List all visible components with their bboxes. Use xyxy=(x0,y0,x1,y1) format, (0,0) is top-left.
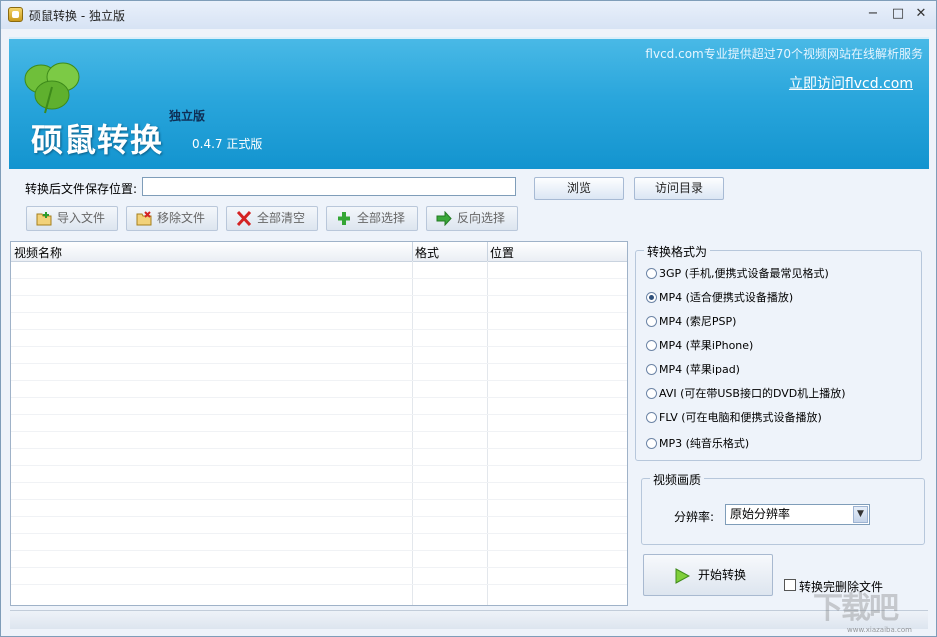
format-group-title: 转换格式为 xyxy=(644,243,711,260)
start-conversion-button[interactable]: 开始转换 xyxy=(643,554,773,596)
row-gridline xyxy=(11,380,627,381)
row-gridline xyxy=(11,482,627,483)
save-location-label: 转换后文件保存位置: xyxy=(25,182,138,196)
row-gridline xyxy=(11,448,627,449)
browse-button[interactable]: 浏览 xyxy=(534,177,624,200)
format-option-label: MP4 (苹果iPhone) xyxy=(659,339,754,352)
column-divider[interactable] xyxy=(487,242,488,261)
radio-button[interactable] xyxy=(646,412,657,423)
row-gridline xyxy=(11,550,627,551)
clover-logo-icon xyxy=(24,62,80,114)
folder-add-icon xyxy=(36,212,52,226)
slogan-text: flvcd.com专业提供超过70个视频网站在线解析服务 xyxy=(645,47,923,61)
format-option-label: AVI (可在带USB接口的DVD机上播放) xyxy=(659,387,846,400)
delete-after-checkbox[interactable] xyxy=(784,579,796,591)
column-header-location[interactable]: 位置 xyxy=(490,244,514,261)
open-directory-button[interactable]: 访问目录 xyxy=(634,177,724,200)
clear-all-button[interactable]: 全部清空 xyxy=(226,206,318,231)
header-banner: flvcd.com专业提供超过70个视频网站在线解析服务 立即访问flvcd.c… xyxy=(9,37,929,169)
row-gridline xyxy=(11,499,627,500)
row-gridline xyxy=(11,516,627,517)
save-location-input[interactable] xyxy=(142,177,516,196)
play-icon xyxy=(675,568,690,584)
title-bar[interactable]: 硕鼠转换 - 独立版 − □ ✕ xyxy=(1,1,936,29)
watermark-logo: 下载吧 xyxy=(813,591,899,626)
format-option-label: FLV (可在电脑和便携式设备播放) xyxy=(659,411,822,424)
row-gridline xyxy=(11,295,627,296)
row-gridline xyxy=(11,584,627,585)
red-x-icon xyxy=(236,211,252,226)
row-gridline xyxy=(11,465,627,466)
row-gridline xyxy=(11,431,627,432)
format-option-label: 3GP (手机,便携式设备最常见格式) xyxy=(659,267,829,280)
radio-button[interactable] xyxy=(646,364,657,375)
column-divider[interactable] xyxy=(412,242,413,261)
radio-button-selected[interactable] xyxy=(646,292,657,303)
remove-files-button[interactable]: 移除文件 xyxy=(126,206,218,231)
minimize-button[interactable]: − xyxy=(863,5,883,23)
row-gridline xyxy=(11,346,627,347)
watermark-url: www.xiazaiba.com xyxy=(847,626,912,634)
app-window: 硕鼠转换 - 独立版 − □ ✕ flvcd.com专业提供超过70个视频网站在… xyxy=(0,0,937,637)
brand-title: 硕鼠转换 xyxy=(31,121,164,159)
edition-label: 独立版 xyxy=(169,109,206,123)
row-gridline xyxy=(11,278,627,279)
format-option-label: MP3 (纯音乐格式) xyxy=(659,437,750,450)
radio-button[interactable] xyxy=(646,388,657,399)
row-gridline xyxy=(11,414,627,415)
format-option-label: MP4 (苹果ipad) xyxy=(659,363,740,376)
format-option-label: MP4 (适合便携式设备播放) xyxy=(659,291,794,304)
row-gridline xyxy=(11,567,627,568)
video-file-list[interactable]: 视频名称 格式 位置 xyxy=(10,241,628,606)
row-gridline xyxy=(11,397,627,398)
resolution-select[interactable]: 原始分辨率 ▼ xyxy=(725,504,870,525)
format-option-mp4-psp[interactable]: MP4 (索尼PSP) xyxy=(646,314,736,330)
resolution-label: 分辨率: xyxy=(674,510,715,524)
invert-selection-button[interactable]: 反向选择 xyxy=(426,206,518,231)
window-title: 硕鼠转换 - 独立版 xyxy=(29,9,125,23)
radio-button[interactable] xyxy=(646,438,657,449)
app-icon xyxy=(8,7,23,22)
format-option-flv[interactable]: FLV (可在电脑和便携式设备播放) xyxy=(646,410,822,426)
format-option-avi[interactable]: AVI (可在带USB接口的DVD机上播放) xyxy=(646,386,846,402)
start-conversion-label: 开始转换 xyxy=(698,568,747,582)
chevron-down-icon[interactable]: ▼ xyxy=(853,506,868,523)
status-bar xyxy=(10,610,928,629)
resolution-value: 原始分辨率 xyxy=(730,507,791,521)
format-option-mp4-ipad[interactable]: MP4 (苹果ipad) xyxy=(646,362,740,378)
format-option-3gp[interactable]: 3GP (手机,便携式设备最常见格式) xyxy=(646,266,829,282)
close-button[interactable]: ✕ xyxy=(911,5,931,23)
version-label: 0.4.7 正式版 xyxy=(192,137,263,151)
green-arrow-right-icon xyxy=(436,211,452,226)
import-files-button[interactable]: 导入文件 xyxy=(26,206,118,231)
visit-flvcd-link[interactable]: 立即访问flvcd.com xyxy=(789,73,913,93)
remove-files-label: 移除文件 xyxy=(157,211,206,225)
row-gridline xyxy=(11,312,627,313)
row-gridline xyxy=(11,329,627,330)
green-plus-icon xyxy=(338,212,350,225)
format-option-mp4-iphone[interactable]: MP4 (苹果iPhone) xyxy=(646,338,753,354)
radio-button[interactable] xyxy=(646,340,657,351)
select-all-button[interactable]: 全部选择 xyxy=(326,206,418,231)
row-gridline xyxy=(11,363,627,364)
format-option-mp4-portable[interactable]: MP4 (适合便携式设备播放) xyxy=(646,290,793,306)
list-header: 视频名称 格式 位置 xyxy=(11,242,627,262)
import-files-label: 导入文件 xyxy=(57,211,106,225)
invert-selection-label: 反向选择 xyxy=(457,211,506,225)
select-all-label: 全部选择 xyxy=(357,211,406,225)
column-header-format[interactable]: 格式 xyxy=(415,244,439,261)
radio-button[interactable] xyxy=(646,316,657,327)
maximize-button[interactable]: □ xyxy=(888,5,908,23)
radio-button[interactable] xyxy=(646,268,657,279)
clear-all-label: 全部清空 xyxy=(257,211,306,225)
column-header-name[interactable]: 视频名称 xyxy=(14,244,62,261)
format-option-label: MP4 (索尼PSP) xyxy=(659,315,737,328)
format-option-mp3[interactable]: MP3 (纯音乐格式) xyxy=(646,436,749,452)
folder-remove-icon xyxy=(136,211,152,226)
quality-group-title: 视频画质 xyxy=(650,471,705,488)
row-gridline xyxy=(11,533,627,534)
